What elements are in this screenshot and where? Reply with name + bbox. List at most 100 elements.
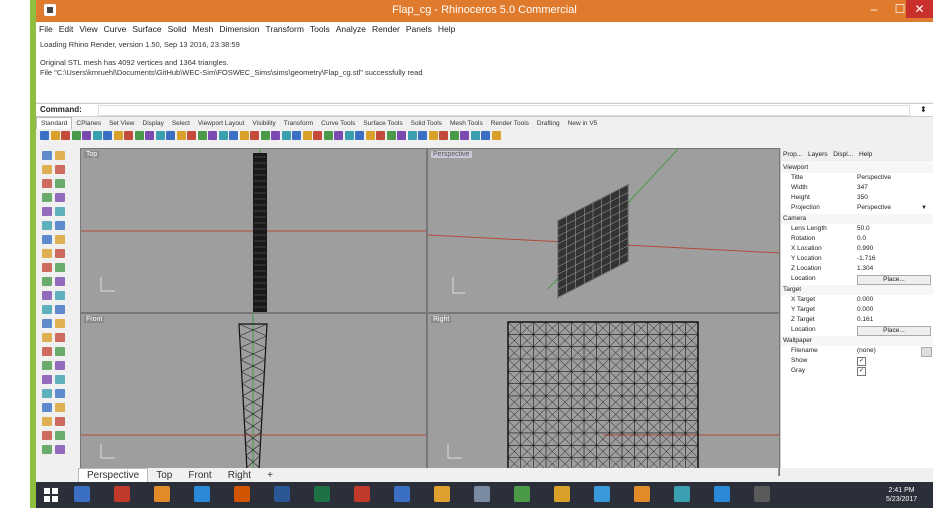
- menu-panels[interactable]: Panels: [403, 22, 435, 36]
- palette-tool-icon[interactable]: [42, 151, 52, 160]
- projection-select[interactable]: Perspective: [857, 203, 891, 213]
- chevron-down-icon[interactable]: ▼: [921, 203, 927, 213]
- toolbar-tool-icon[interactable]: [82, 131, 91, 140]
- palette-tool-icon[interactable]: [42, 375, 52, 384]
- toolbar-tool-icon[interactable]: [313, 131, 322, 140]
- palette-tool-icon[interactable]: [55, 389, 65, 398]
- toolbar-tool-icon[interactable]: [470, 131, 480, 140]
- taskbar-app-button[interactable]: [354, 485, 372, 505]
- palette-tool-icon[interactable]: [42, 249, 52, 258]
- palette-tool-icon[interactable]: [55, 403, 65, 412]
- taskbar-app-button[interactable]: [674, 485, 692, 505]
- menu-surface[interactable]: Surface: [129, 22, 164, 36]
- palette-tool-icon[interactable]: [55, 291, 65, 300]
- toolbar-tool-icon[interactable]: [197, 131, 207, 140]
- place-button[interactable]: Place...: [857, 275, 931, 285]
- menu-help[interactable]: Help: [435, 22, 458, 36]
- taskbar-app-button[interactable]: [394, 485, 412, 505]
- palette-tool-icon[interactable]: [55, 417, 65, 426]
- vtab-right[interactable]: Right: [220, 469, 259, 483]
- palette-tool-icon[interactable]: [42, 305, 52, 314]
- taskbar-app-button[interactable]: [234, 485, 252, 505]
- palette-tool-icon[interactable]: [55, 305, 65, 314]
- toolbar-tool-icon[interactable]: [439, 131, 448, 140]
- prop-value[interactable]: 50.0: [857, 224, 870, 234]
- prop-value[interactable]: 347: [857, 183, 868, 193]
- viewport-label-top[interactable]: Top: [84, 151, 100, 158]
- toolbar-tool-icon[interactable]: [187, 131, 196, 140]
- menu-transform[interactable]: Transform: [262, 22, 306, 36]
- prop-value[interactable]: 0.0: [857, 234, 866, 244]
- toolbar-tool-icon[interactable]: [218, 131, 228, 140]
- viewport-front[interactable]: Front: [80, 313, 427, 476]
- menu-analyze[interactable]: Analyze: [333, 22, 369, 36]
- panel-tab-help[interactable]: Help: [857, 148, 874, 162]
- menu-curve[interactable]: Curve: [101, 22, 130, 36]
- toolbar-tool-icon[interactable]: [155, 131, 165, 140]
- toolbar-tool-icon[interactable]: [103, 131, 112, 140]
- palette-tool-icon[interactable]: [42, 389, 52, 398]
- prop-value[interactable]: 0.000: [857, 305, 873, 315]
- target-section-header[interactable]: Target: [781, 285, 933, 295]
- prop-value[interactable]: -1.716: [857, 254, 875, 264]
- viewport-label-front[interactable]: Front: [84, 316, 105, 323]
- palette-tool-icon[interactable]: [42, 179, 52, 188]
- toolbar-tool-icon[interactable]: [134, 131, 144, 140]
- palette-tool-icon[interactable]: [42, 221, 52, 230]
- taskbar-app-button[interactable]: [474, 485, 492, 505]
- palette-tool-icon[interactable]: [55, 361, 65, 370]
- palette-tool-icon[interactable]: [55, 207, 65, 216]
- palette-tool-icon[interactable]: [42, 417, 52, 426]
- prop-value[interactable]: 0.990: [857, 244, 873, 254]
- toolbar-tool-icon[interactable]: [250, 131, 259, 140]
- command-input[interactable]: [98, 105, 910, 116]
- menu-dimension[interactable]: Dimension: [216, 22, 262, 36]
- minimize-button[interactable]: –: [861, 0, 887, 18]
- toolbar-tool-icon[interactable]: [344, 131, 354, 140]
- windows-start-icon[interactable]: [44, 488, 58, 502]
- gray-checkbox[interactable]: ✓: [857, 367, 866, 376]
- toolbar-tool-icon[interactable]: [491, 131, 501, 140]
- palette-tool-icon[interactable]: [42, 361, 52, 370]
- palette-tool-icon[interactable]: [55, 263, 65, 272]
- palette-tool-icon[interactable]: [42, 165, 52, 174]
- palette-tool-icon[interactable]: [42, 319, 52, 328]
- add-viewport-icon[interactable]: +: [259, 469, 281, 483]
- toolbar-tool-icon[interactable]: [407, 131, 417, 140]
- menu-render[interactable]: Render: [369, 22, 403, 36]
- toolbar-tool-icon[interactable]: [302, 131, 312, 140]
- taskbar-app-button[interactable]: [194, 485, 212, 505]
- palette-tool-icon[interactable]: [55, 151, 65, 160]
- menu-edit[interactable]: Edit: [56, 22, 77, 36]
- palette-tool-icon[interactable]: [42, 333, 52, 342]
- taskbar-app-button[interactable]: [274, 485, 292, 505]
- toolbar-tool-icon[interactable]: [145, 131, 154, 140]
- toolbar-tool-icon[interactable]: [208, 131, 217, 140]
- palette-tool-icon[interactable]: [42, 193, 52, 202]
- taskbar-app-button[interactable]: [554, 485, 572, 505]
- viewport-top[interactable]: Top: [80, 148, 427, 313]
- palette-tool-icon[interactable]: [55, 249, 65, 258]
- toolbar-tool-icon[interactable]: [460, 131, 469, 140]
- prop-value[interactable]: Perspective: [857, 173, 891, 183]
- palette-tool-icon[interactable]: [55, 445, 65, 454]
- toolbar-tool-icon[interactable]: [418, 131, 427, 140]
- panel-tab-display[interactable]: Displ...: [831, 148, 855, 162]
- palette-tool-icon[interactable]: [42, 235, 52, 244]
- palette-tool-icon[interactable]: [42, 291, 52, 300]
- palette-tool-icon[interactable]: [42, 347, 52, 356]
- panel-tab-layers[interactable]: Layers: [806, 148, 830, 162]
- toolbar-tool-icon[interactable]: [176, 131, 186, 140]
- close-button[interactable]: ✕: [906, 0, 933, 18]
- toolbar-tool-icon[interactable]: [71, 131, 81, 140]
- viewport-label-perspective[interactable]: Perspective: [431, 151, 472, 158]
- taskbar-app-button[interactable]: [154, 485, 172, 505]
- toolbar-tool-icon[interactable]: [376, 131, 385, 140]
- toolbar-tool-icon[interactable]: [239, 131, 249, 140]
- toolbar-tool-icon[interactable]: [50, 131, 60, 140]
- prop-value[interactable]: 0.000: [857, 295, 873, 305]
- toolbar-tool-icon[interactable]: [334, 131, 343, 140]
- toolbar-tool-icon[interactable]: [449, 131, 459, 140]
- menu-mesh[interactable]: Mesh: [190, 22, 217, 36]
- taskbar-app-button[interactable]: [514, 485, 532, 505]
